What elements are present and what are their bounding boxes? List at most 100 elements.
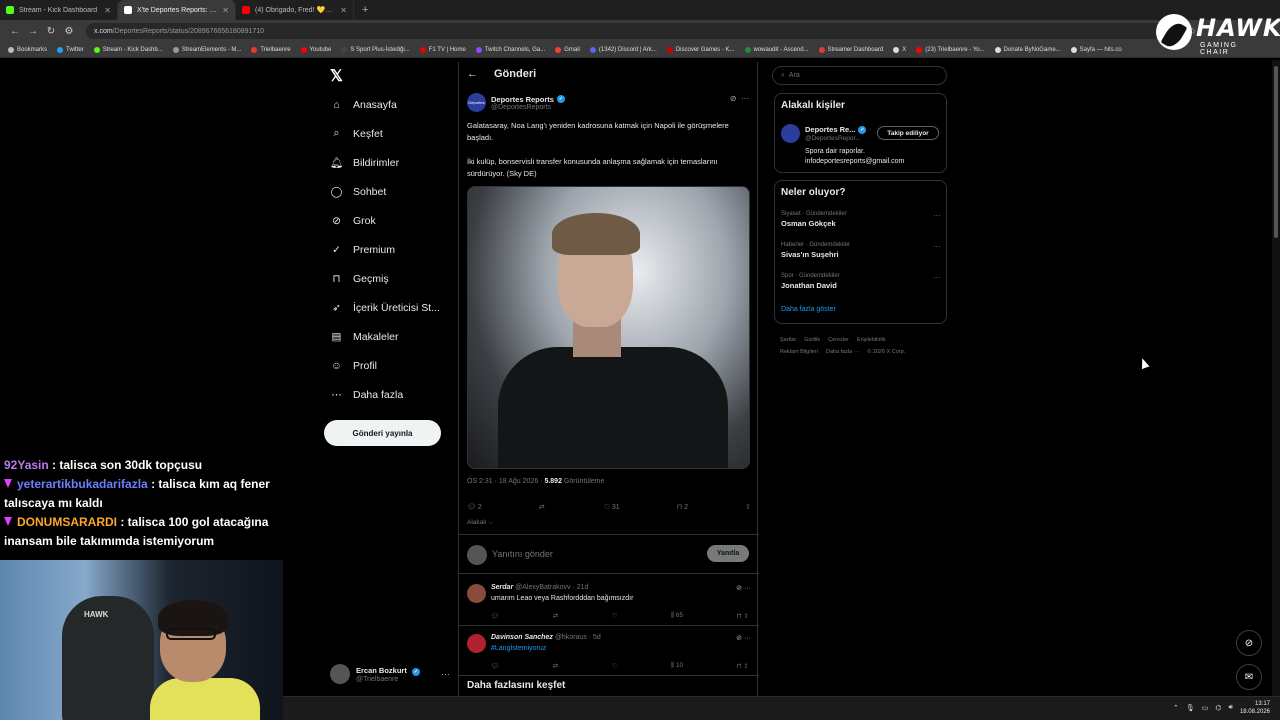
bookmark-item[interactable]: Discover Games - K... <box>666 46 735 53</box>
volume-icon[interactable]: 🔊︎ <box>1229 704 1233 712</box>
sidebar-item-10[interactable]: ☺ Profil <box>330 352 440 381</box>
bookmark-item[interactable]: Trielbaenre <box>251 46 291 53</box>
back-arrow-icon[interactable]: ← <box>467 68 478 80</box>
chevron-up-icon[interactable]: ⌃ <box>1173 704 1179 712</box>
microphone-icon[interactable]: 🎙︎ <box>1186 704 1195 712</box>
sidebar-item-4[interactable]: ◯ Sohbet <box>330 177 440 206</box>
bookmark-item[interactable]: (23) Trielbaenre - Yo... <box>916 46 985 53</box>
post-timestamp[interactable]: ÖS 2:31 · 18 Ağu 2026 · <box>467 478 544 485</box>
browser-tab-kick[interactable]: Stream - Kick Dashboard ✕ <box>0 0 118 20</box>
bookmark-item[interactable]: X <box>893 46 906 53</box>
avatar[interactable] <box>467 584 486 603</box>
author-handle[interactable]: @DeportesReports <box>491 104 565 111</box>
browser-tab-youtube[interactable]: (4) Obrigado, Fred! 💛💙 | Ho... ✕ <box>236 0 354 20</box>
grok-icon[interactable]: ⊘ <box>730 94 737 103</box>
footer-link[interactable]: Şartlar <box>780 337 796 343</box>
footer-link[interactable]: © 2026 X Corp. <box>867 349 905 355</box>
site-info-icon[interactable]: ⚙ <box>60 26 78 37</box>
reply-icon[interactable]: 💬︎ <box>491 612 499 620</box>
avatar[interactable] <box>781 124 800 143</box>
reload-icon[interactable]: ↻ <box>42 26 60 37</box>
reply-sort-dropdown[interactable]: Alakalı ⌵ <box>467 519 493 527</box>
sidebar-item-2[interactable]: ⌕ Keşfet <box>330 119 440 148</box>
bio-email[interactable]: infodeportesreports@gmail.com <box>805 157 904 167</box>
bookmark-item[interactable]: Gmail <box>555 46 580 53</box>
bookmark-item[interactable]: Bookmarks <box>8 46 47 53</box>
trend-item[interactable]: Haberler · Gündemdekiler Sivas'ın Suşehri… <box>781 242 941 259</box>
network-icon[interactable]: ⌬ <box>1215 704 1221 712</box>
url-field[interactable]: x.com/DeportesReports/status/20896766561… <box>86 23 1166 39</box>
bookmark-item[interactable]: Donate ByNoGame... <box>994 46 1061 53</box>
sidebar-item-6[interactable]: ✓ Premium <box>330 235 440 264</box>
following-button[interactable]: Takip ediliyor <box>877 126 939 140</box>
repost-icon[interactable]: ⇄ <box>553 612 558 620</box>
reply-item[interactable]: Davinson Sanchez @hkoraus · 5d #Langİstem… <box>459 626 759 676</box>
search-input[interactable]: ⌕ Ara <box>772 66 947 85</box>
reply-input[interactable]: Yanıtını gönder <box>492 549 553 559</box>
page-scrollbar[interactable] <box>1272 60 1280 700</box>
trend-item[interactable]: Spor · Gündemdekiler Jonathan David ··· <box>781 273 941 290</box>
sidebar-item-9[interactable]: ▤ Makaleler <box>330 323 440 352</box>
sidebar-item-7[interactable]: ⊓ Geçmiş <box>330 265 440 294</box>
footer-link[interactable]: Gizlilik <box>804 337 820 343</box>
more-options-icon[interactable]: ··· <box>933 242 941 251</box>
post-author[interactable]: Deportes Deportes Reports ✓ @DeportesRepo… <box>467 93 565 112</box>
reply-icon[interactable]: 💬︎ <box>491 662 499 670</box>
sidebar-item-11[interactable]: ⋯ Daha fazla <box>330 381 440 410</box>
forward-icon[interactable]: → <box>24 26 42 37</box>
bookmark-button[interactable]: ⊓ 2 <box>677 500 688 514</box>
share-icon[interactable]: ⇧ <box>745 500 751 514</box>
scrollbar-thumb[interactable] <box>1274 66 1278 238</box>
post-button[interactable]: Gönderi yayınla <box>324 420 441 446</box>
close-tab-icon[interactable]: ✕ <box>104 6 111 15</box>
repost-button[interactable]: ⇄ <box>539 500 547 514</box>
close-tab-icon[interactable]: ✕ <box>222 6 229 15</box>
footer-link[interactable]: Çerezler <box>828 337 849 343</box>
browser-tab-x[interactable]: X'te Deportes Reports: "Galata... ✕ <box>118 0 236 20</box>
bookmark-item[interactable]: F1 TV | Home <box>419 46 466 53</box>
more-options-icon[interactable]: ··· <box>441 669 450 679</box>
post-photo[interactable] <box>467 186 750 469</box>
more-options-icon[interactable]: ··· <box>744 635 751 642</box>
reply-author-name[interactable]: Serdar <box>491 584 513 591</box>
more-options-icon[interactable]: ··· <box>744 585 751 592</box>
new-tab-button[interactable]: + <box>354 4 376 16</box>
avatar[interactable] <box>467 634 486 653</box>
grok-button[interactable]: ⊘ <box>1236 630 1262 656</box>
like-button[interactable]: ♡ 31 <box>604 500 620 514</box>
bookmark-item[interactable]: wowaudit - Ascend... <box>744 46 809 53</box>
views-count[interactable]: 65 <box>676 612 683 619</box>
reply-author-name[interactable]: Davinson Sanchez <box>491 634 553 641</box>
reply-submit-button[interactable]: Yanıtla <box>707 545 749 562</box>
views-button[interactable]: ⫼ 10 <box>671 662 683 670</box>
footer-link[interactable]: Erişilebilirlik <box>857 337 886 343</box>
bookmark-item[interactable]: Twitch Channels, Ga... <box>475 46 545 53</box>
clock[interactable]: 13:17 18.08.2026 <box>1240 700 1270 716</box>
trend-item[interactable]: Siyaset · Gündemdekiler Osman Gökçek ··· <box>781 211 941 228</box>
bookmark-item[interactable]: Youtube <box>300 46 331 53</box>
share-icon[interactable]: ⇧ <box>744 663 749 670</box>
show-more-link[interactable]: Daha fazla göster <box>781 306 836 313</box>
author-name[interactable]: Deportes Reports <box>491 95 554 104</box>
reply-text[interactable]: #Langİstemiyoruz <box>491 645 546 652</box>
bookmark-icon[interactable]: ⊓ <box>737 663 742 670</box>
bookmark-item[interactable]: S Sport Plus-İstediği... <box>341 46 410 53</box>
back-icon[interactable]: ← <box>6 26 24 37</box>
footer-link[interactable]: Reklam Bilgileri <box>780 349 818 355</box>
sidebar-item-8[interactable]: ➶ İçerik Üreticisi St... <box>330 294 440 323</box>
bookmark-item[interactable]: Sayfa — hits.co <box>1070 46 1122 53</box>
repost-icon[interactable]: ⇄ <box>553 662 558 670</box>
more-options-icon[interactable]: ··· <box>741 94 749 103</box>
close-tab-icon[interactable]: ✕ <box>340 6 347 15</box>
display-icon[interactable]: ▭ <box>1202 704 1209 712</box>
sidebar-item-3[interactable]: 🔔︎ Bildirimler <box>330 148 440 177</box>
more-options-icon[interactable]: ··· <box>933 273 941 282</box>
reply-button[interactable]: 💬︎ 2 <box>467 500 482 514</box>
author-avatar[interactable]: Deportes <box>467 93 486 112</box>
bookmark-item[interactable]: Twitter <box>57 46 84 53</box>
footer-link[interactable]: Daha fazla ··· <box>826 349 859 355</box>
account-switcher[interactable]: Ercan Bozkurt ✓ @Trielbaenre ··· <box>330 662 450 686</box>
bookmark-item[interactable]: Streamer Dashboard <box>818 46 883 53</box>
sidebar-item-1[interactable]: ⌂ Anasayfa <box>330 90 440 119</box>
share-icon[interactable]: ⇧ <box>744 613 749 620</box>
